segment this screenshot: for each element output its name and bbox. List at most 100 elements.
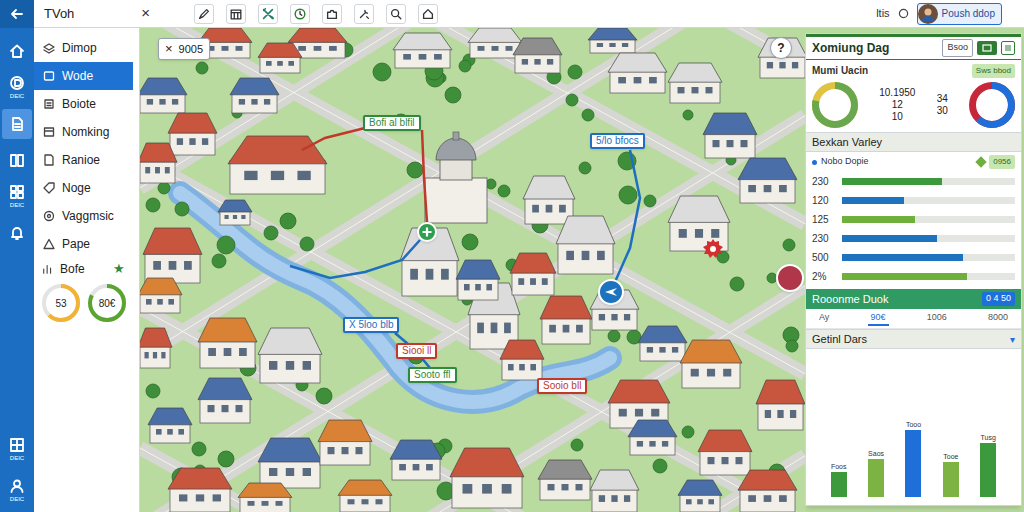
toolbar-button[interactable] (322, 4, 342, 24)
map-label-text: Sooio bll (543, 380, 581, 392)
document-icon (9, 116, 25, 132)
toolbar-button[interactable] (226, 4, 246, 24)
gauge-ring-arc (90, 286, 124, 320)
rail-item[interactable]: DEIC (2, 72, 32, 103)
sidebar-footer: Bofe★ (34, 258, 139, 280)
map-controls: × 9005 (158, 38, 210, 60)
rail-item[interactable] (2, 109, 32, 139)
panel-menu-button[interactable] (1001, 41, 1015, 55)
sidebar-item[interactable]: Vaggmsic (34, 202, 133, 230)
panel-subheader: Mumi UacinSws bbod (806, 60, 1021, 78)
map-label[interactable]: Bofi al blfil (363, 115, 421, 131)
gauge-value: 53 (55, 296, 66, 311)
user-label: ltis (876, 5, 889, 22)
sidebar-item[interactable]: Pape (34, 230, 133, 258)
summary-tab[interactable]: 1006 (924, 311, 950, 327)
rail-item[interactable] (2, 145, 32, 175)
map-pin[interactable] (598, 279, 624, 305)
bar-fill (842, 197, 904, 204)
toolbar-button[interactable] (194, 4, 214, 24)
rail-item[interactable] (2, 218, 32, 248)
panel-action-button[interactable] (977, 41, 997, 55)
summary-tab[interactable]: 8000 (985, 311, 1011, 327)
toolbar-button[interactable] (258, 4, 278, 24)
toolbar-button[interactable] (290, 4, 310, 24)
user-chip[interactable]: Poush ddop (917, 3, 1002, 25)
toolbar-button[interactable] (418, 4, 438, 24)
chart-bar (943, 462, 959, 497)
bar-track (842, 178, 1015, 185)
chart-category: Tooe (943, 452, 958, 461)
chart-bar (831, 472, 847, 497)
bar-fill (842, 254, 963, 261)
back-button[interactable] (0, 0, 34, 28)
map-pin[interactable] (702, 238, 724, 260)
bar-fill-color (842, 235, 937, 242)
map-label[interactable]: Sooto ffl (408, 367, 457, 383)
help-button[interactable]: ? (770, 37, 792, 59)
chart-bar-fill (905, 430, 921, 497)
sidebar-item[interactable]: Noge (34, 174, 133, 202)
rail-item[interactable] (2, 36, 32, 66)
window-icon (982, 44, 992, 52)
chart-bar-fill (980, 443, 996, 497)
chart-toggle[interactable]: ▾ (1010, 332, 1015, 347)
rail-item[interactable]: DEIC (2, 181, 32, 212)
wrench-icon (357, 7, 371, 21)
chart-category: Saos (868, 449, 884, 458)
map-close-button[interactable]: × (165, 39, 173, 59)
airplane-icon (598, 279, 624, 305)
box-icon (42, 125, 56, 139)
gauge-center: 53 (42, 284, 80, 322)
tools-icon (261, 7, 275, 21)
bar-track (842, 254, 1015, 261)
rail-item[interactable]: DEIC (2, 434, 32, 465)
map-pin[interactable] (776, 264, 804, 292)
menu-icon (1004, 44, 1012, 52)
bar-label: 230 (812, 231, 838, 246)
donut-chart-arc (816, 86, 855, 125)
panel-badge: Sws bbod (972, 64, 1015, 78)
gauge-ring-fill (90, 286, 124, 320)
summary-tab[interactable]: Ay (816, 311, 832, 327)
summary-tab[interactable]: 90€ (868, 311, 889, 327)
sidebar-item[interactable]: Nomking (34, 118, 133, 146)
toolbar-button[interactable] (354, 4, 374, 24)
map-pin[interactable] (417, 222, 437, 242)
sidebar-item-label: Dimop (62, 39, 97, 57)
nav-rail: DEIC DEIC DEIC DEIC (0, 0, 34, 512)
map-label-text: Sooto ffl (414, 369, 451, 381)
chart-icon (42, 263, 54, 275)
map-label[interactable]: 5/lo bfocs (590, 133, 645, 149)
panel-button[interactable]: Bsoo (942, 39, 973, 57)
bar-row: 230 (812, 172, 1015, 191)
rail-label: DEIC (10, 495, 24, 503)
bar-track (842, 273, 1015, 280)
map-canvas[interactable] (140, 28, 805, 512)
chart-bar (868, 459, 884, 497)
close-button[interactable]: × (141, 2, 150, 25)
gauge-ring-fill (44, 286, 78, 320)
donut-reading: 10 (892, 111, 903, 123)
bar-row: 125 (812, 210, 1015, 229)
summary-title: Rooonme Duok (812, 291, 982, 308)
map[interactable]: × 9005? Bofi al blfil 5/lo bfocs X 5loo blb S… (140, 28, 805, 512)
favorite-star[interactable]: ★ (113, 259, 125, 279)
toolbar-button[interactable] (386, 4, 406, 24)
donut-chart (969, 82, 1015, 128)
map-zoom[interactable]: 9005 (179, 41, 203, 58)
rail-label: DEIC (10, 201, 24, 209)
sidebar-item[interactable]: Boiote (34, 90, 133, 118)
map-label[interactable]: Siooi ll (396, 343, 437, 359)
section-header: Bexkan Varley (806, 132, 1021, 152)
map-label[interactable]: X 5loo blb (343, 317, 399, 333)
sidebar-item[interactable]: Dimop (34, 34, 133, 62)
bar-fill-color (842, 254, 963, 261)
sidebar-item[interactable]: Wode (34, 62, 133, 90)
bar-list: 2301201252305002% (806, 172, 1021, 289)
sidebar-item[interactable]: Ranioe (34, 146, 133, 174)
bar-track (842, 235, 1015, 242)
panel-area: Xomiung DagBsooMumi UacinSws bbod10.1950… (805, 28, 1024, 512)
map-label[interactable]: Sooio bll (537, 378, 587, 394)
rail-item[interactable]: DEIC (2, 475, 32, 506)
